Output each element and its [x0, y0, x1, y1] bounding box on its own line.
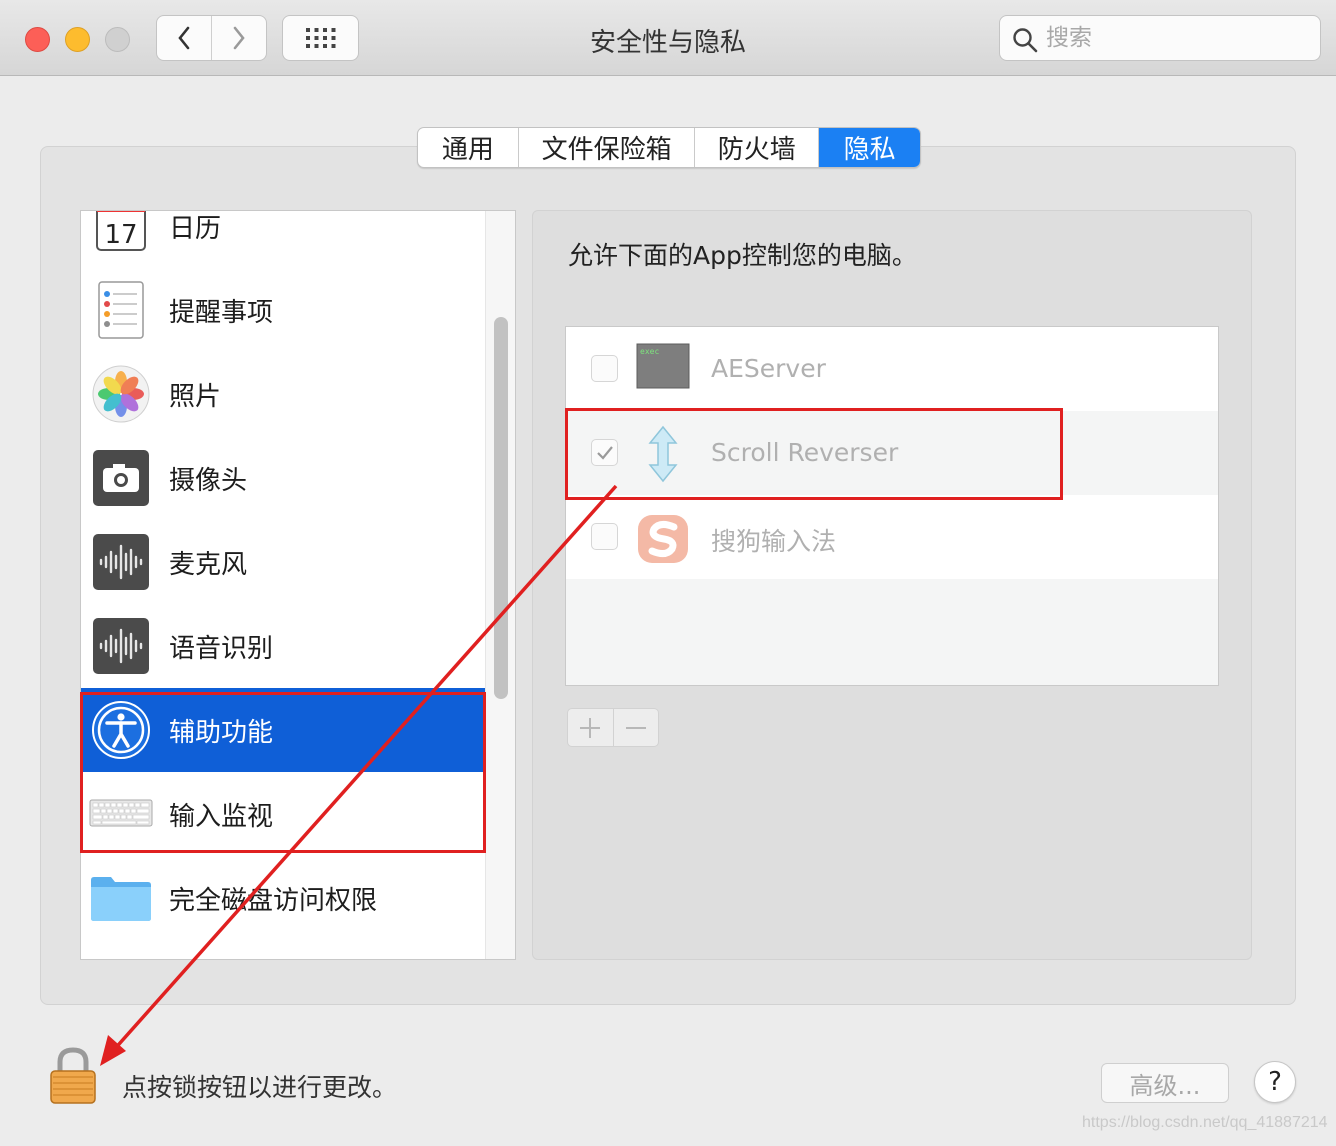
plus-icon	[580, 717, 601, 738]
accessibility-icon	[92, 701, 150, 759]
minus-icon	[625, 726, 646, 729]
exec-icon: exec	[636, 343, 690, 389]
sidebar-item-calendar[interactable]: 17 日历	[81, 211, 485, 268]
sidebar-item-label: 照片	[169, 382, 222, 412]
sidebar-item-label: 语音识别	[169, 634, 274, 664]
sidebar-item-label: 完全磁盘访问权限	[169, 886, 378, 916]
scroll-reverser-icon	[648, 425, 678, 483]
reminders-icon	[98, 281, 144, 339]
privacy-category-list[interactable]: 17 日历 提醒事项 照片 摄像头 麦克风 语音识别 辅助功能 输入监视 完全磁…	[80, 210, 516, 960]
title-bar: 安全性与隐私	[0, 0, 1336, 76]
search-field[interactable]	[999, 15, 1321, 61]
help-button[interactable]: ?	[1254, 1061, 1296, 1103]
sidebar-item-label: 输入监视	[169, 802, 274, 832]
sidebar-item-accessibility[interactable]: 辅助功能	[81, 688, 485, 772]
sidebar-item-label: 提醒事项	[169, 298, 274, 328]
app-name: Scroll Reverser	[711, 438, 899, 467]
add-remove-buttons	[567, 708, 659, 747]
camera-icon	[93, 450, 149, 506]
search-icon	[1013, 28, 1038, 53]
advanced-button[interactable]: 高级...	[1101, 1063, 1229, 1103]
watermark: https://blog.csdn.net/qq_41887214	[1082, 1114, 1328, 1131]
speech-recognition-icon	[93, 618, 149, 674]
scrollbar-thumb[interactable]	[494, 317, 508, 699]
app-name: AEServer	[711, 354, 826, 383]
sidebar-item-label: 麦克风	[169, 550, 248, 580]
scrollbar[interactable]	[485, 211, 515, 959]
tab-firewall[interactable]: 防火墙	[694, 128, 818, 167]
tab-bar: 通用 文件保险箱 防火墙 隐私	[417, 127, 921, 168]
sidebar-item-label: 摄像头	[169, 466, 248, 496]
tab-privacy[interactable]: 隐私	[818, 128, 920, 167]
app-row-scroll-reverser[interactable]: Scroll Reverser	[566, 411, 1218, 495]
calendar-icon-date: 17	[104, 220, 137, 250]
app-checkbox[interactable]	[591, 355, 618, 382]
sidebar-item-input-monitoring[interactable]: 输入监视	[81, 772, 485, 856]
tab-filevault[interactable]: 文件保险箱	[517, 128, 695, 167]
add-app-button[interactable]	[568, 709, 613, 746]
keyboard-icon	[89, 799, 153, 827]
microphone-icon	[93, 534, 149, 590]
app-list[interactable]: exec AEServer Scroll Reverser 搜狗输入法	[565, 326, 1219, 686]
panel-heading: 允许下面的App控制您的电脑。	[568, 241, 917, 270]
app-name: 搜狗输入法	[711, 527, 837, 556]
app-row-aeserver[interactable]: exec AEServer	[566, 327, 1218, 411]
sidebar-item-camera[interactable]: 摄像头	[81, 436, 485, 520]
sogou-icon	[638, 515, 688, 563]
sidebar-item-label: 辅助功能	[169, 718, 274, 748]
sidebar-item-reminders[interactable]: 提醒事项	[81, 268, 485, 352]
app-checkbox-checked[interactable]	[591, 439, 618, 466]
photos-icon	[92, 365, 150, 423]
remove-app-button[interactable]	[612, 709, 659, 746]
checkmark-icon	[596, 445, 613, 460]
lock-hint-text: 点按锁按钮以进行更改。	[122, 1073, 398, 1102]
calendar-icon: 17	[96, 211, 146, 251]
sidebar-item-full-disk-access[interactable]: 完全磁盘访问权限	[81, 856, 485, 940]
app-row-sogou[interactable]: 搜狗输入法	[566, 495, 1218, 579]
tab-general[interactable]: 通用	[418, 128, 518, 167]
search-input[interactable]	[1046, 22, 1306, 54]
sidebar-item-speech-recognition[interactable]: 语音识别	[81, 604, 485, 688]
exec-icon-label: exec	[640, 347, 659, 356]
lock-icon[interactable]	[47, 1046, 99, 1106]
folder-icon	[91, 877, 151, 921]
sidebar-item-label: 日历	[169, 214, 222, 244]
sidebar-item-microphone[interactable]: 麦克风	[81, 520, 485, 604]
app-checkbox[interactable]	[591, 523, 618, 550]
sidebar-item-photos[interactable]: 照片	[81, 352, 485, 436]
